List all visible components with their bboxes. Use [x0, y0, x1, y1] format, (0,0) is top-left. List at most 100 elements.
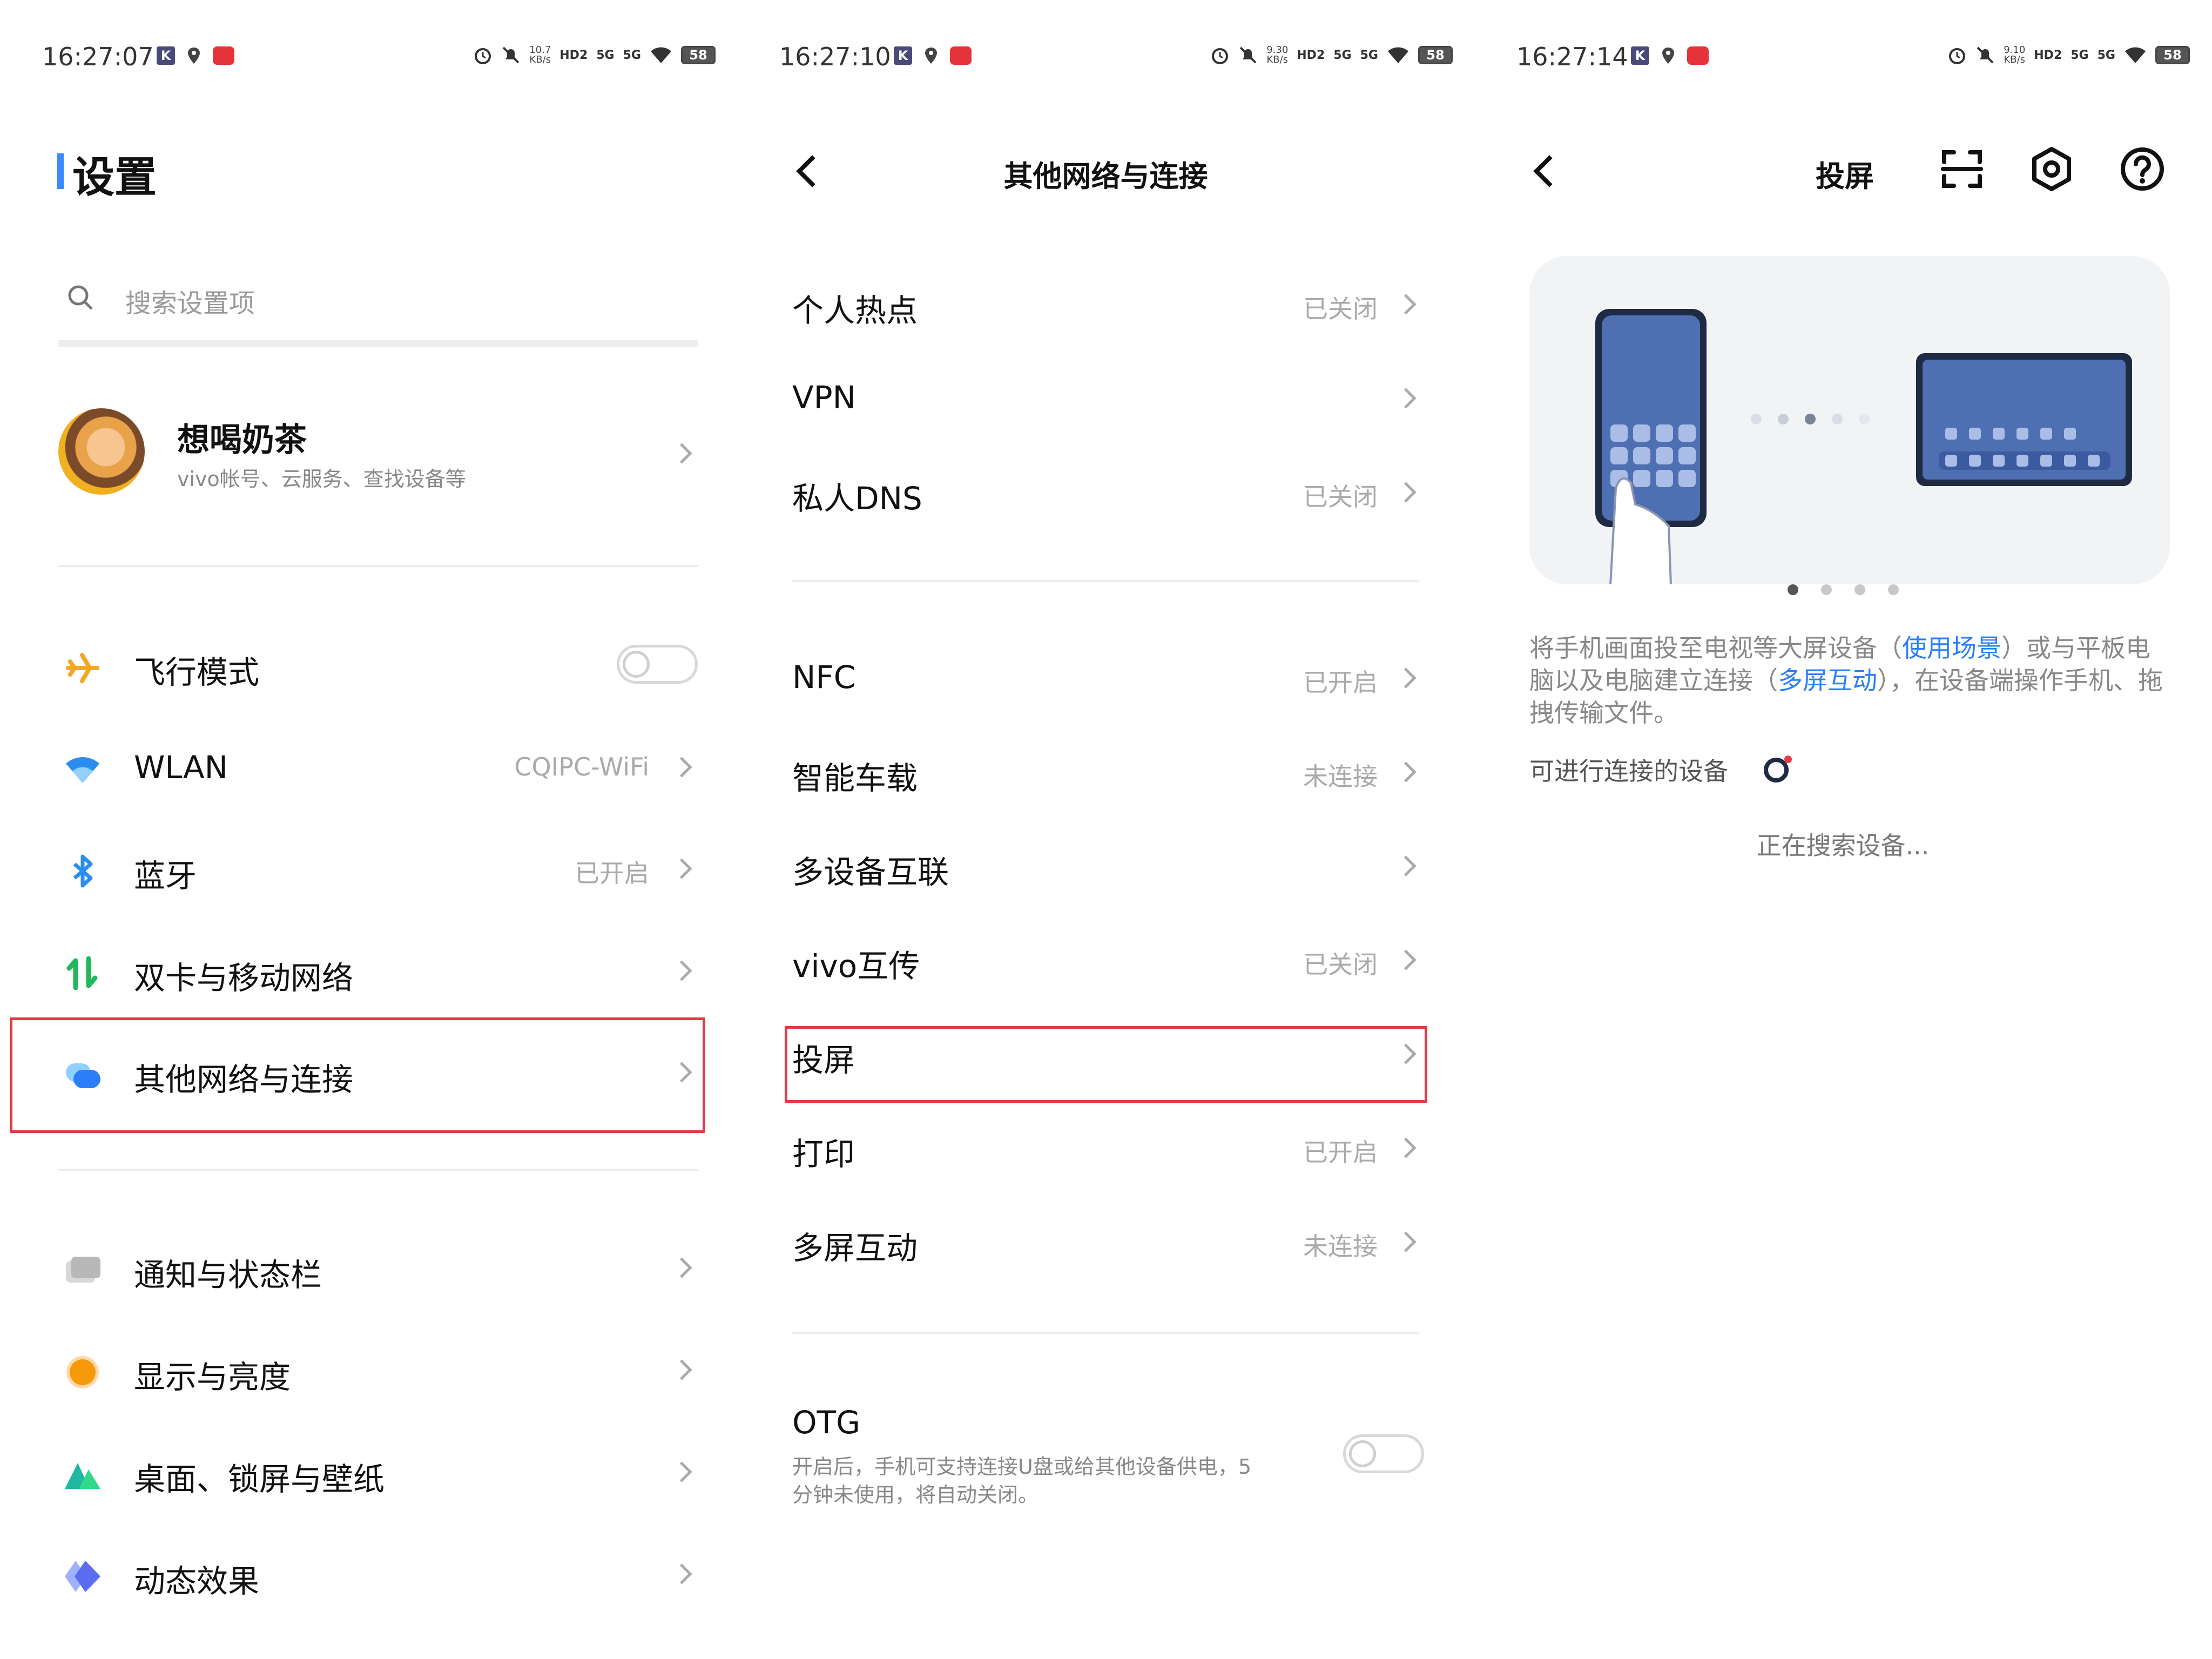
row-label: 多设备互联 — [792, 854, 949, 891]
page-title: 投屏 — [1816, 159, 1874, 193]
settings-item-animation[interactable]: 动态效果 — [58, 1533, 698, 1614]
mute-icon — [1239, 46, 1257, 64]
notification-icon — [66, 1257, 100, 1283]
signal-5g-icon-2: 5G — [1360, 48, 1378, 62]
settings-item-mobile-network[interactable]: 双卡与移动网络 — [58, 930, 698, 1011]
row-value: 未连接 — [1303, 1232, 1378, 1261]
page-title: 设置 — [72, 153, 157, 202]
row-label: 动态效果 — [134, 1563, 260, 1600]
search-placeholder: 搜索设置项 — [125, 288, 255, 319]
back-arrow-icon[interactable] — [1533, 155, 1566, 187]
network-item-vivo-share[interactable]: vivo互传 已关闭 — [792, 912, 1419, 1006]
signal-5g-icon: 5G — [2071, 48, 2089, 62]
network-speed: 9.10 KB/s — [2004, 44, 2026, 65]
hd-icon: HD2 — [2034, 48, 2062, 62]
page-title: 其他网络与连接 — [1003, 159, 1208, 193]
multi-screen-link[interactable]: 多屏互动 — [1778, 666, 1877, 695]
help-icon[interactable] — [2118, 145, 2167, 193]
toggle-knob — [1349, 1440, 1376, 1467]
network-item-car[interactable]: 智能车载 未连接 — [792, 724, 1419, 818]
row-value: 已关闭 — [1303, 294, 1378, 323]
carousel-dot[interactable] — [1820, 584, 1832, 595]
app-k-icon: K — [157, 46, 175, 65]
row-value: 已开启 — [1303, 668, 1378, 697]
network-speed: 9.30 KB/s — [1266, 44, 1289, 65]
status-bar: 16:27:07 K 10.7 KB/s HD2 5G 5G 58 — [0, 42, 737, 75]
app-k-icon: K — [1631, 46, 1649, 65]
network-item-private-dns[interactable]: 私人DNS 已关闭 — [792, 444, 1419, 538]
search-input[interactable]: 搜索设置项 — [58, 275, 698, 347]
settings-item-wlan[interactable]: WLAN CQIPC-WiFi — [58, 726, 698, 807]
battery-icon: 58 — [1418, 46, 1453, 64]
settings-item-bluetooth[interactable]: 蓝牙 已开启 — [58, 828, 698, 909]
divider — [58, 1169, 698, 1171]
animation-icon — [65, 1561, 100, 1592]
chevron-right-icon — [1395, 855, 1417, 876]
usage-scenarios-link[interactable]: 使用场景 — [1902, 633, 2001, 663]
carousel-dot[interactable] — [1854, 584, 1865, 595]
chevron-right-icon — [671, 858, 692, 879]
app-k-icon: K — [894, 46, 912, 65]
settings-item-display[interactable]: 显示与亮度 — [58, 1329, 698, 1410]
network-item-hotspot[interactable]: 个人热点 已关闭 — [792, 256, 1419, 350]
chevron-right-icon — [1395, 1231, 1417, 1252]
row-label: 打印 — [792, 1136, 855, 1172]
carousel-dot[interactable] — [1887, 584, 1899, 595]
carousel-indicator[interactable] — [1474, 584, 2211, 606]
scan-icon[interactable] — [1938, 145, 1986, 193]
cast-illustration — [1529, 256, 2170, 586]
network-speed: 10.7 KB/s — [529, 44, 551, 65]
row-value: 已开启 — [575, 859, 649, 888]
status-time: 16:27:10 — [779, 42, 891, 71]
network-connections-screen: 16:27:10 K 9.30 KB/s HD2 5G 5G 58 其他网络与连接… — [737, 0, 1474, 1659]
row-label: 桌面、锁屏与壁纸 — [134, 1461, 385, 1498]
location-icon — [1662, 48, 1674, 64]
network-item-print[interactable]: 打印 已开启 — [792, 1100, 1419, 1193]
row-value: 已开启 — [1303, 1138, 1378, 1167]
status-bar: 16:27:10 K 9.30 KB/s HD2 5G 5G 58 — [737, 42, 1474, 75]
profile-subtitle: vivo帐号、云服务、查找设备等 — [177, 467, 466, 491]
settings-item-notifications[interactable]: 通知与状态栏 — [58, 1227, 698, 1308]
chevron-right-icon — [1395, 294, 1417, 315]
row-label: WLAN — [134, 749, 228, 786]
toggle-knob — [623, 651, 650, 678]
wifi-icon — [66, 757, 99, 783]
row-label: 智能车载 — [792, 760, 918, 797]
airplane-mode-toggle[interactable] — [617, 645, 698, 684]
highlight-box — [785, 1026, 1427, 1103]
network-item-nfc[interactable]: NFC 已开启 — [792, 630, 1419, 724]
otg-description: 开启后，手机可支持连接U盘或给其他设备供电，5分钟未使用，将自动关闭。 — [792, 1455, 1251, 1507]
available-devices-label: 可进行连接的设备 — [1529, 757, 1728, 786]
network-item-multi-device[interactable]: 多设备互联 — [792, 818, 1419, 912]
search-icon — [68, 285, 93, 310]
avatar — [58, 408, 145, 495]
signal-5g-icon: 5G — [1333, 48, 1352, 62]
wallpaper-icon — [65, 1463, 100, 1489]
screen-cast-screen: 16:27:14 K 9.10 KB/s HD2 5G 5G 58 投屏 将手机… — [1474, 0, 2211, 1659]
row-label: NFC — [792, 659, 856, 696]
otg-label: OTG — [792, 1404, 861, 1441]
network-item-vpn[interactable]: VPN — [792, 350, 1419, 444]
mobile-network-icon — [66, 956, 98, 990]
chevron-right-icon — [671, 1563, 692, 1584]
row-label: 私人DNS — [792, 480, 922, 517]
account-profile[interactable]: 想喝奶茶 vivo帐号、云服务、查找设备等 — [58, 400, 698, 508]
alarm-icon — [1949, 48, 1966, 64]
location-icon — [925, 48, 937, 64]
row-label: 多屏互动 — [792, 1230, 918, 1266]
row-label: 通知与状态栏 — [134, 1257, 322, 1293]
row-label: 个人热点 — [792, 292, 918, 329]
alarm-icon — [475, 48, 491, 64]
settings-item-wallpaper[interactable]: 桌面、锁屏与壁纸 — [58, 1431, 698, 1512]
chevron-right-icon — [671, 1461, 692, 1482]
settings-item-airplane-mode[interactable]: 飞行模式 — [58, 624, 698, 705]
row-value: 已关闭 — [1303, 950, 1378, 979]
settings-gear-icon[interactable] — [2027, 145, 2076, 193]
highlight-box — [10, 1017, 705, 1133]
chevron-right-icon — [671, 443, 692, 464]
otg-toggle[interactable] — [1343, 1434, 1424, 1473]
carousel-dot[interactable] — [1787, 584, 1798, 595]
network-item-multi-screen[interactable]: 多屏互动 未连接 — [792, 1193, 1419, 1287]
divider — [792, 580, 1419, 582]
battery-icon: 58 — [2155, 46, 2190, 64]
